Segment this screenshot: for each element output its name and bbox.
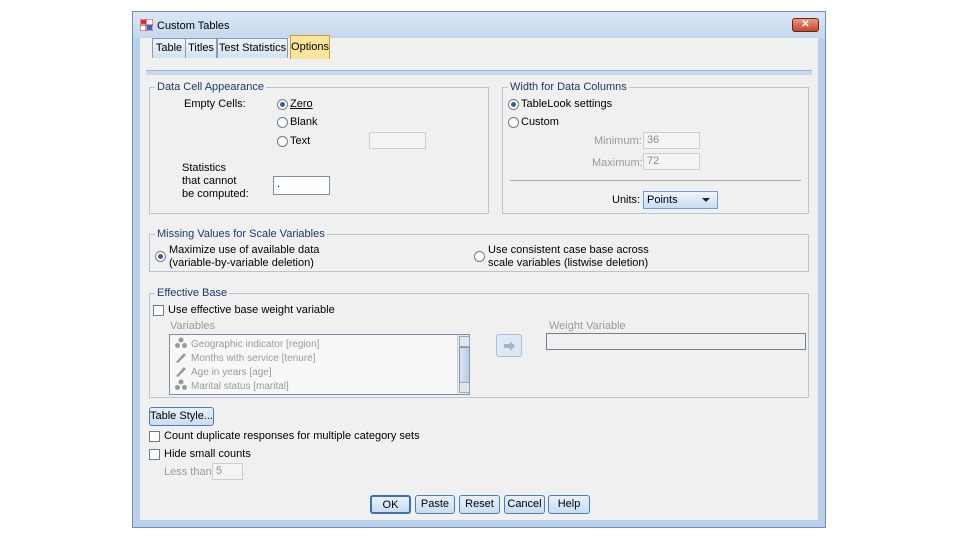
radio-zero-text: Zero xyxy=(290,98,313,110)
scroll-down-arrow[interactable] xyxy=(459,382,470,393)
radio-tablelook-label: TableLook settings xyxy=(521,98,613,110)
nominal-icon xyxy=(175,379,187,390)
radio-custom-label: Custom xyxy=(521,116,559,128)
effective-base-checkbox[interactable] xyxy=(153,305,164,316)
less-than-label: Less than xyxy=(164,466,212,478)
radio-maximize-use[interactable] xyxy=(155,251,166,262)
units-select[interactable]: Points xyxy=(643,191,718,209)
variable-name: Months with service [tenure] xyxy=(191,353,316,364)
tab-options[interactable]: Options xyxy=(290,35,330,59)
hide-small-counts-label: Hide small counts xyxy=(164,448,251,460)
radio-consistent-case[interactable] xyxy=(474,251,485,262)
variables-label: Variables xyxy=(170,320,216,332)
count-duplicate-label: Count duplicate responses for multiple c… xyxy=(164,430,420,442)
help-button[interactable]: Help xyxy=(548,495,590,514)
arrow-right-icon xyxy=(504,341,515,351)
empty-cells-label: Empty Cells: xyxy=(184,98,246,110)
list-item[interactable]: Months with service [tenure] xyxy=(174,351,316,365)
group-legend: Missing Values for Scale Variables xyxy=(155,228,327,240)
maximum-input[interactable]: 72 xyxy=(643,153,700,170)
radio-consistent-label-2: scale variables (listwise deletion) xyxy=(488,257,649,269)
chevron-down-icon xyxy=(702,198,710,202)
cancel-button[interactable]: Cancel xyxy=(504,495,545,514)
radio-maximize-label-1: Maximize use of available data xyxy=(169,244,320,256)
statistics-label-3: be computed: xyxy=(182,188,249,200)
weight-variable-label: Weight Variable xyxy=(549,320,626,332)
close-button[interactable]: ✕ xyxy=(792,18,819,32)
radio-zero-label: Zero xyxy=(290,98,313,110)
variable-name: Geographic indicator [region] xyxy=(191,339,320,350)
variable-name: Age in years [age] xyxy=(191,367,272,378)
tab-table[interactable]: Table xyxy=(152,38,186,58)
group-legend: Data Cell Appearance xyxy=(155,81,267,93)
minimum-input[interactable]: 36 xyxy=(643,132,700,149)
group-legend: Width for Data Columns xyxy=(508,81,629,93)
scale-icon xyxy=(176,367,186,377)
variables-list[interactable]: Geographic indicator [region] Months wit… xyxy=(169,334,470,395)
list-item[interactable]: Geographic indicator [region] xyxy=(174,337,319,351)
hide-small-counts-checkbox[interactable] xyxy=(149,449,160,460)
maximum-label: Maximum: xyxy=(592,157,643,169)
radio-blank-label: Blank xyxy=(290,116,318,128)
units-label: Units: xyxy=(612,194,641,206)
title-bar: Custom Tables ✕ xyxy=(133,12,825,38)
radio-custom[interactable] xyxy=(508,117,519,128)
list-item[interactable]: Age in years [age] xyxy=(174,365,272,379)
list-item[interactable]: Marital status [marital] xyxy=(174,379,289,393)
scroll-thumb[interactable] xyxy=(459,347,470,383)
radio-text-label: Text xyxy=(290,135,311,147)
statistics-label-2: that cannot xyxy=(182,175,237,187)
units-select-value: Points xyxy=(647,194,678,206)
scale-icon xyxy=(176,353,186,363)
ok-button[interactable]: OK xyxy=(370,495,411,514)
divider xyxy=(510,180,801,181)
group-legend: Effective Base xyxy=(155,287,230,299)
empty-text-input[interactable] xyxy=(369,132,426,149)
reset-button[interactable]: Reset xyxy=(459,495,500,514)
weight-variable-field[interactable] xyxy=(546,333,806,350)
scroll-up-arrow[interactable] xyxy=(459,336,470,347)
variable-name: Marital status [marital] xyxy=(191,381,289,392)
move-to-weight-button[interactable] xyxy=(496,334,522,357)
radio-maximize-label-2: (variable-by-variable deletion) xyxy=(169,257,314,269)
tab-titles[interactable]: Titles xyxy=(185,38,217,58)
window-title: Custom Tables xyxy=(157,20,230,32)
statistics-label-1: Statistics xyxy=(182,162,227,174)
radio-consistent-label-1: Use consistent case base across xyxy=(488,244,649,256)
count-duplicate-checkbox[interactable] xyxy=(149,431,160,442)
tab-strip-line xyxy=(146,70,812,75)
radio-zero[interactable] xyxy=(277,99,288,110)
radio-blank[interactable] xyxy=(277,117,288,128)
radio-tablelook[interactable] xyxy=(508,99,519,110)
table-style-button[interactable]: Table Style... xyxy=(149,407,214,426)
effective-base-checkbox-label: Use effective base weight variable xyxy=(168,304,335,316)
tab-test-statistics[interactable]: Test Statistics xyxy=(217,38,288,58)
minimum-label: Minimum: xyxy=(594,135,642,147)
nominal-icon xyxy=(175,337,187,348)
statistics-value-input[interactable]: . xyxy=(273,176,330,195)
paste-button[interactable]: Paste xyxy=(415,495,455,514)
list-scrollbar[interactable] xyxy=(457,335,470,394)
app-icon xyxy=(140,19,153,31)
radio-text[interactable] xyxy=(277,136,288,147)
less-than-input[interactable]: 5 xyxy=(212,463,243,480)
